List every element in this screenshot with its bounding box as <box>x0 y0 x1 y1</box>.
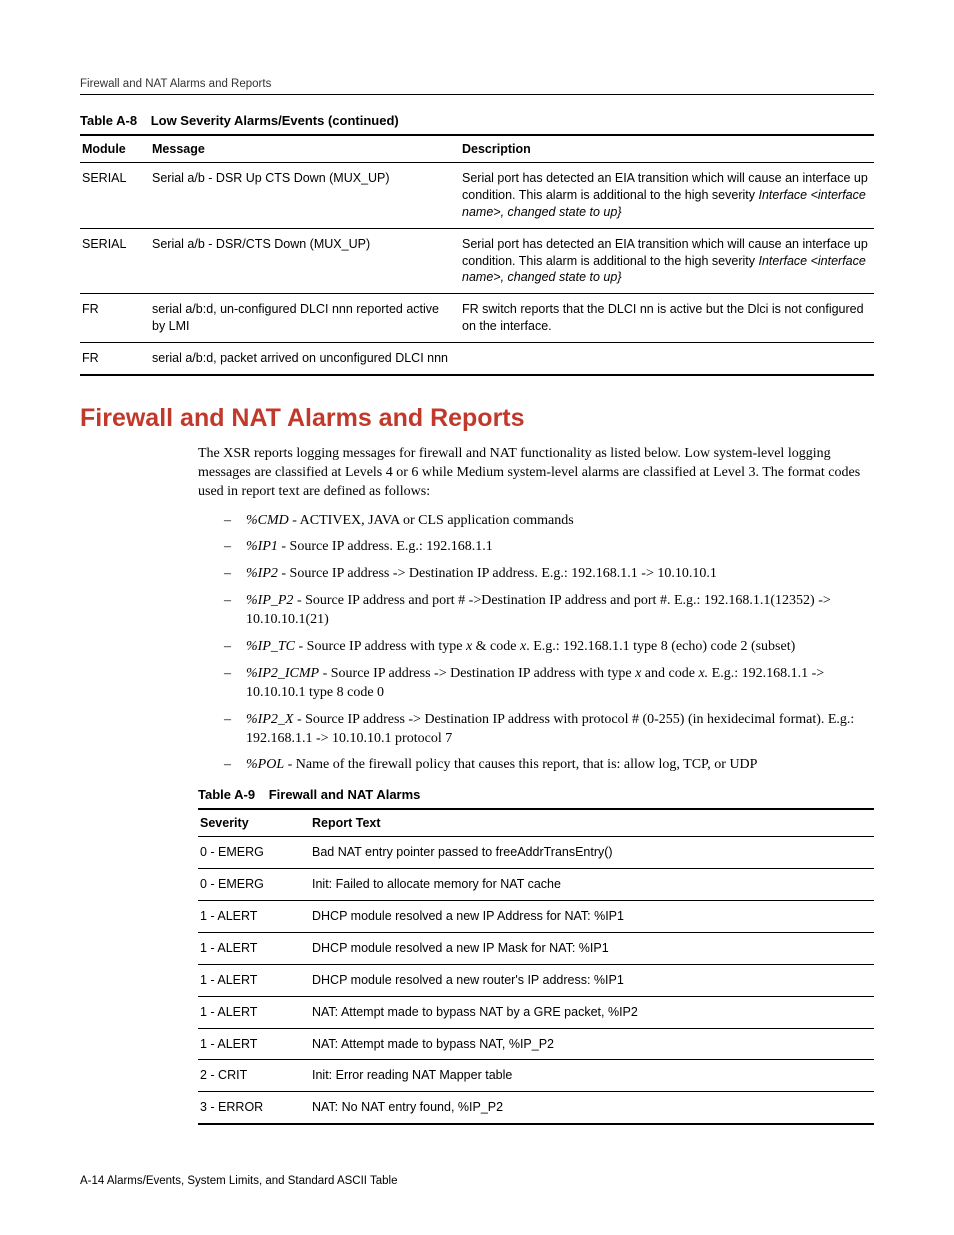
table-row: 0 - EMERGInit: Failed to allocate memory… <box>198 869 874 901</box>
cell-module: FR <box>80 294 150 343</box>
table-row: 1 - ALERTNAT: Attempt made to bypass NAT… <box>198 1028 874 1060</box>
cell-text: NAT: No NAT entry found, %IP_P2 <box>310 1092 874 1124</box>
cell-text: DHCP module resolved a new IP Address fo… <box>310 901 874 933</box>
list-item: %IP2_ICMP - Source IP address -> Destina… <box>224 665 874 703</box>
table-a8: Module Message Description SERIAL Serial… <box>80 134 874 376</box>
col-description: Description <box>460 135 874 163</box>
intro-paragraph: The XSR reports logging messages for fir… <box>198 445 874 502</box>
cell-message: serial a/b:d, un-configured DLCI nnn rep… <box>150 294 460 343</box>
table-a9-title: Firewall and NAT Alarms <box>269 787 421 802</box>
col-severity: Severity <box>198 809 310 837</box>
cell-description <box>460 343 874 375</box>
cell-message: serial a/b:d, packet arrived on unconfig… <box>150 343 460 375</box>
table-row: 1 - ALERTDHCP module resolved a new IP M… <box>198 932 874 964</box>
cell-module: SERIAL <box>80 163 150 229</box>
cell-severity: 3 - ERROR <box>198 1092 310 1124</box>
table-row: 3 - ERRORNAT: No NAT entry found, %IP_P2 <box>198 1092 874 1124</box>
table-row: 0 - EMERGBad NAT entry pointer passed to… <box>198 837 874 869</box>
table-row: 1 - ALERTNAT: Attempt made to bypass NAT… <box>198 996 874 1028</box>
cell-module: SERIAL <box>80 228 150 294</box>
cell-text: NAT: Attempt made to bypass NAT, %IP_P2 <box>310 1028 874 1060</box>
col-message: Message <box>150 135 460 163</box>
section-heading: Firewall and NAT Alarms and Reports <box>80 404 874 433</box>
list-item: %IP_TC - Source IP address with type x &… <box>224 638 874 657</box>
cell-text: DHCP module resolved a new IP Mask for N… <box>310 932 874 964</box>
cell-severity: 1 - ALERT <box>198 996 310 1028</box>
page-footer: A-14 Alarms/Events, System Limits, and S… <box>80 1175 397 1187</box>
cell-text: Init: Failed to allocate memory for NAT … <box>310 869 874 901</box>
table-a8-caption: Table A-8 Low Severity Alarms/Events (co… <box>80 113 874 128</box>
cell-module: FR <box>80 343 150 375</box>
table-a9-number: Table A-9 <box>198 787 255 802</box>
list-item: %IP1 - Source IP address. E.g.: 192.168.… <box>224 538 874 557</box>
cell-severity: 1 - ALERT <box>198 1028 310 1060</box>
list-item: %IP2 - Source IP address -> Destination … <box>224 565 874 584</box>
list-item: %IP_P2 - Source IP address and port # ->… <box>224 592 874 630</box>
cell-message: Serial a/b - DSR/CTS Down (MUX_UP) <box>150 228 460 294</box>
list-item: %IP2_X - Source IP address -> Destinatio… <box>224 711 874 749</box>
cell-text: Init: Error reading NAT Mapper table <box>310 1060 874 1092</box>
table-row: SERIAL Serial a/b - DSR/CTS Down (MUX_UP… <box>80 228 874 294</box>
table-row: 1 - ALERTDHCP module resolved a new IP A… <box>198 901 874 933</box>
list-item: %CMD - ACTIVEX, JAVA or CLS application … <box>224 512 874 531</box>
col-module: Module <box>80 135 150 163</box>
cell-severity: 1 - ALERT <box>198 901 310 933</box>
table-row: 2 - CRITInit: Error reading NAT Mapper t… <box>198 1060 874 1092</box>
table-a8-number: Table A-8 <box>80 113 137 128</box>
cell-description: Serial port has detected an EIA transiti… <box>460 228 874 294</box>
table-row: FR serial a/b:d, packet arrived on uncon… <box>80 343 874 375</box>
table-a9: Severity Report Text 0 - EMERGBad NAT en… <box>198 808 874 1125</box>
table-header-row: Module Message Description <box>80 135 874 163</box>
col-report-text: Report Text <box>310 809 874 837</box>
table-row: 1 - ALERTDHCP module resolved a new rout… <box>198 964 874 996</box>
list-item: %POL - Name of the firewall policy that … <box>224 756 874 775</box>
cell-text: NAT: Attempt made to bypass NAT by a GRE… <box>310 996 874 1028</box>
table-a9-caption: Table A-9 Firewall and NAT Alarms <box>198 787 874 802</box>
cell-severity: 1 - ALERT <box>198 932 310 964</box>
table-row: SERIAL Serial a/b - DSR Up CTS Down (MUX… <box>80 163 874 229</box>
cell-text: DHCP module resolved a new router's IP a… <box>310 964 874 996</box>
cell-description: Serial port has detected an EIA transiti… <box>460 163 874 229</box>
running-head: Firewall and NAT Alarms and Reports <box>80 78 874 90</box>
cell-message: Serial a/b - DSR Up CTS Down (MUX_UP) <box>150 163 460 229</box>
cell-severity: 0 - EMERG <box>198 869 310 901</box>
table-a8-title: Low Severity Alarms/Events (continued) <box>151 113 399 128</box>
format-code-list: %CMD - ACTIVEX, JAVA or CLS application … <box>224 512 874 776</box>
table-header-row: Severity Report Text <box>198 809 874 837</box>
table-row: FR serial a/b:d, un-configured DLCI nnn … <box>80 294 874 343</box>
cell-severity: 1 - ALERT <box>198 964 310 996</box>
cell-severity: 0 - EMERG <box>198 837 310 869</box>
header-rule <box>80 94 874 95</box>
cell-text: Bad NAT entry pointer passed to freeAddr… <box>310 837 874 869</box>
cell-description: FR switch reports that the DLCI nn is ac… <box>460 294 874 343</box>
cell-severity: 2 - CRIT <box>198 1060 310 1092</box>
